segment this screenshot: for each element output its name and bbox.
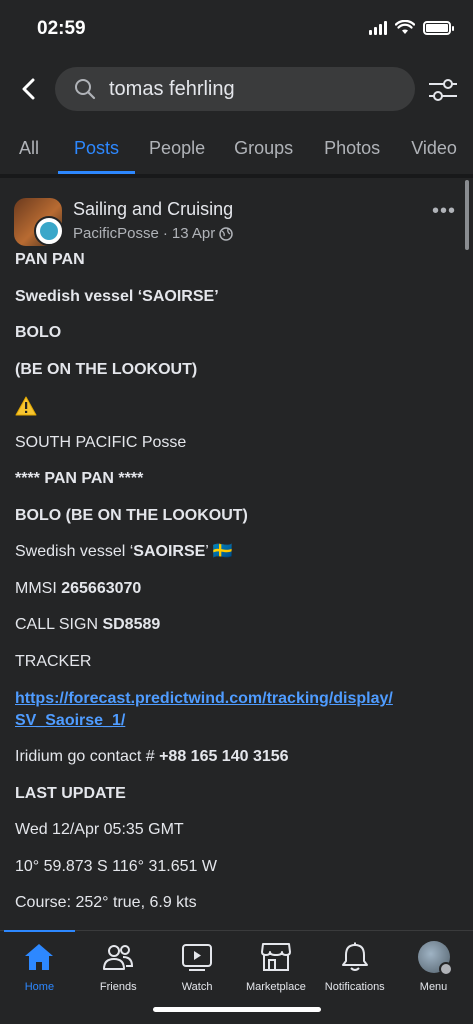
post-line: 10° 59.873 S 116° 31.651 W (15, 857, 217, 875)
search-tabs: All Posts People Groups Photos Video (0, 122, 473, 174)
warning-icon (15, 396, 37, 416)
back-arrow-icon (22, 78, 35, 100)
post-line: BOLO (15, 324, 62, 341)
home-indicator[interactable] (153, 1007, 321, 1012)
cellular-signal-icon (369, 20, 387, 35)
profile-avatar (417, 941, 453, 976)
post-line: **** PAN PAN **** (15, 470, 144, 487)
post-header: Sailing and Cruising PacificPosse · 13 A… (0, 178, 473, 248)
status-icons (369, 20, 454, 35)
nav-home[interactable]: Home (0, 930, 79, 1024)
tab-videos[interactable]: Video (411, 122, 457, 174)
tab-photos[interactable]: Photos (324, 122, 380, 174)
text-run: MMSI (15, 579, 62, 597)
search-query: tomas fehrling (109, 77, 235, 100)
post-line: Swedish vessel ‘SAOIRSE’ 🇸🇪 (15, 542, 455, 579)
text-run: ’ (205, 543, 213, 560)
filter-button[interactable] (427, 74, 459, 106)
status-bar: 02:59 (0, 0, 473, 60)
tab-all[interactable]: All (19, 122, 39, 174)
iridium-phone: +88 165 140 3156 (159, 748, 289, 765)
post-line: TRACKER (15, 652, 92, 670)
post-line: PAN PAN (15, 251, 85, 268)
post-line: MMSI 265663070 (15, 579, 455, 616)
bell-icon (339, 941, 371, 973)
search-icon (75, 79, 96, 100)
menu-avatar-wrapper (417, 941, 453, 976)
more-options-button[interactable]: ••• (432, 200, 456, 223)
group-name[interactable]: Sailing and Cruising (73, 199, 233, 220)
text-run: Swedish vessel ‘ (15, 543, 134, 560)
nav-label: Home (24, 981, 55, 993)
post-meta: PacificPosse · 13 Apr (73, 225, 233, 242)
call-sign: SD8589 (102, 616, 161, 633)
status-time: 02:59 (37, 18, 86, 39)
nav-label: Watch (181, 981, 213, 993)
wifi-icon (395, 20, 415, 34)
back-button[interactable] (14, 74, 44, 104)
post-line: Course: 252° true, 6.9 kts (15, 894, 197, 911)
post-line (15, 396, 455, 433)
post-body: PAN PAN Swedish vessel ‘SAOIRSE’ BOLO (B… (15, 250, 455, 930)
nav-friends[interactable]: Friends (79, 931, 158, 1024)
tab-posts[interactable]: Posts (58, 122, 136, 174)
tab-groups[interactable]: Groups (234, 122, 293, 174)
meta-separator: · (162, 225, 168, 242)
battery-icon (423, 20, 454, 35)
post-line: Wed 12/Apr 05:35 GMT (15, 821, 184, 838)
search-result-post[interactable]: Sailing and Cruising PacificPosse · 13 A… (0, 178, 473, 930)
sweden-flag-icon: 🇸🇪 (212, 543, 233, 560)
vessel-name: SAOIRSE (133, 543, 206, 560)
tab-people[interactable]: People (149, 122, 205, 174)
mmsi-number: 265663070 (61, 579, 142, 597)
author-avatar[interactable] (34, 216, 64, 246)
nav-notifications[interactable]: Notifications (315, 931, 394, 1024)
nav-label: Marketplace (245, 981, 306, 993)
marketplace-icon (260, 941, 292, 973)
globe-icon (219, 226, 233, 241)
text-run: Iridium go contact # (15, 748, 160, 765)
post-line: (BE ON THE LOOKOUT) (15, 360, 198, 378)
post-line: BOLO (BE ON THE LOOKOUT) (15, 506, 248, 524)
search-input[interactable]: tomas fehrling (55, 67, 415, 111)
nav-label: Friends (99, 981, 137, 993)
post-date[interactable]: 13 Apr (172, 225, 215, 242)
nav-label: Notifications (324, 981, 385, 993)
post-line: CALL SIGN SD8589 (15, 615, 455, 652)
nav-label: Menu (419, 981, 448, 993)
post-line: Iridium go contact # +88 165 140 3156 (15, 747, 455, 784)
home-icon (23, 941, 55, 973)
menu-badge-icon (438, 962, 453, 976)
filter-sliders-icon (429, 79, 457, 101)
watch-icon (181, 941, 213, 973)
search-header: tomas fehrling (0, 60, 473, 120)
post-line: Swedish vessel ‘SAOIRSE’ (15, 287, 219, 305)
tracker-link-part[interactable]: https://forecast.predictwind.com/trackin… (15, 690, 393, 707)
post-line: LAST UPDATE (15, 784, 126, 802)
tracker-link[interactable]: https://forecast.predictwind.com/trackin… (15, 688, 455, 747)
friends-icon (102, 941, 134, 973)
post-author[interactable]: PacificPosse (73, 225, 159, 242)
tracker-link-part[interactable]: SV_Saoirse_1/ (15, 712, 125, 729)
nav-menu[interactable]: Menu (394, 931, 473, 1024)
scrollbar[interactable] (465, 180, 469, 250)
text-run: CALL SIGN (15, 616, 103, 633)
post-line: SOUTH PACIFIC Posse (15, 433, 187, 451)
